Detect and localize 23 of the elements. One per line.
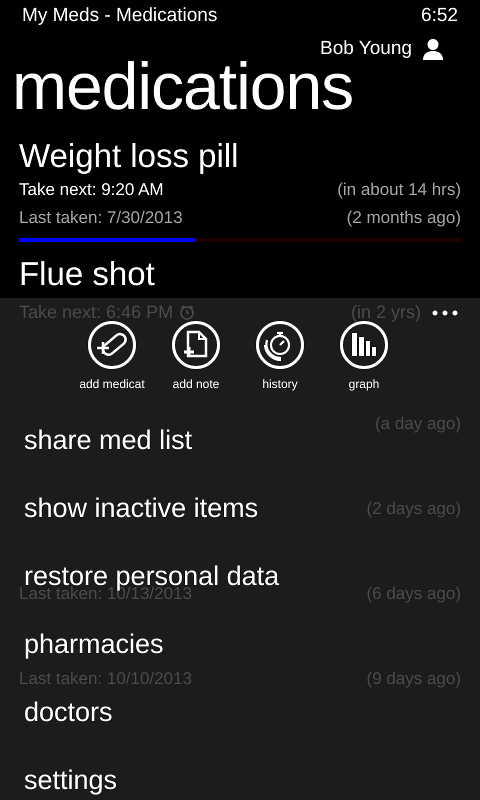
pill-plus-icon	[87, 320, 137, 370]
menu-item[interactable]: show inactive items	[24, 491, 258, 525]
next-dose: Take next: 9:20 AM	[19, 179, 164, 201]
next-dose-eta: (in about 14 hrs)	[337, 179, 461, 201]
clock: 6:52	[421, 4, 458, 28]
stopwatch-icon	[255, 320, 305, 370]
app-bar-button[interactable]: add note	[158, 320, 234, 392]
app-title: My Meds - Medications	[22, 4, 218, 28]
page-plus-icon	[171, 320, 221, 370]
menu-item[interactable]: settings	[24, 763, 118, 797]
person-icon	[422, 38, 444, 60]
app-bar-button[interactable]: history	[242, 320, 318, 392]
bar-chart-icon	[339, 320, 389, 370]
last-taken-ago: (2 months ago)	[346, 207, 461, 229]
app-bar-button[interactable]: add medicat	[74, 320, 150, 392]
medication-name[interactable]: Flue shot	[19, 254, 155, 294]
menu-item[interactable]: share med list	[24, 423, 192, 457]
menu-item[interactable]: doctors	[24, 695, 113, 729]
app-bar-button[interactable]: graph	[326, 320, 402, 392]
menu-item[interactable]: pharmacies	[24, 627, 164, 661]
more-icon[interactable]	[432, 310, 458, 316]
medication-name[interactable]: Weight loss pill	[19, 136, 238, 176]
last-taken: Last taken: 7/30/2013	[19, 207, 183, 229]
